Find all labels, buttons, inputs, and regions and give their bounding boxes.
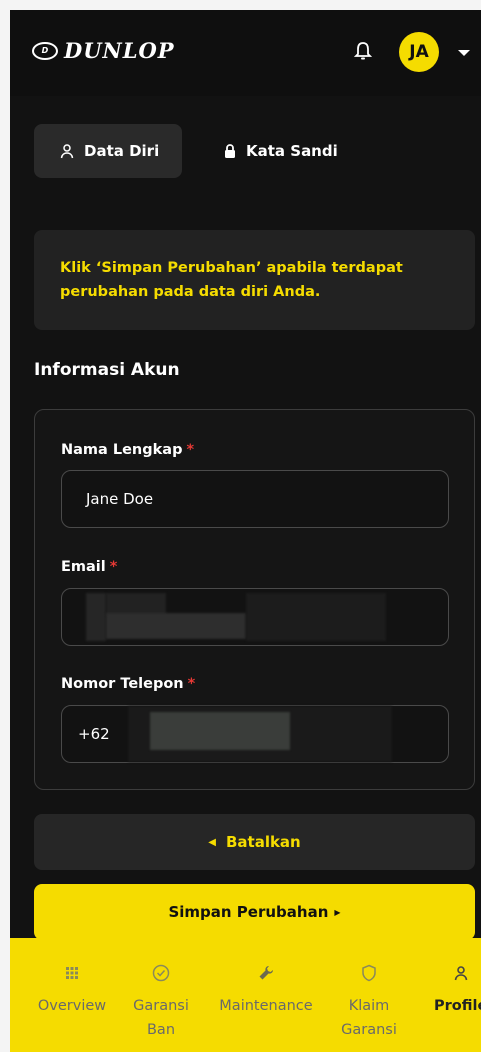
dunlop-logo-text: DUNLOP	[64, 38, 175, 63]
check-circle-icon	[122, 960, 200, 986]
phone-prefix: +62	[78, 725, 110, 743]
chevron-right-icon: ▶	[334, 907, 341, 917]
save-button-label: Simpan Perubahan	[168, 903, 329, 921]
nav-item-profile-label: Profile	[434, 998, 481, 1014]
top-header: D DUNLOP JA	[10, 10, 481, 96]
phone-input[interactable]: +62	[61, 705, 449, 763]
grid-icon	[24, 960, 120, 986]
save-button[interactable]: Simpan Perubahan ▶	[34, 884, 475, 940]
nav-item-klaim-garansi[interactable]: Klaim Garansi	[330, 960, 408, 1042]
phone-label: Nomor Telepon *	[61, 676, 195, 692]
bell-icon[interactable]	[353, 40, 373, 62]
wrench-icon	[210, 960, 322, 986]
redacted-block	[246, 593, 386, 641]
email-input[interactable]	[61, 588, 449, 646]
nav-item-garansi-ban[interactable]: Garansi Ban	[122, 960, 200, 1042]
required-mark: *	[187, 676, 196, 692]
name-input-value: Jane Doe	[86, 490, 154, 508]
nav-item-maintenance-label: Maintenance	[219, 998, 313, 1014]
user-icon	[434, 960, 481, 986]
nav-item-overview-label: Overview	[37, 998, 107, 1014]
tab-kata-sandi-label: Kata Sandi	[246, 142, 338, 160]
tab-data-diri-label: Data Diri	[84, 142, 160, 160]
redacted-block	[150, 712, 290, 750]
nav-item-profile[interactable]: Profile	[434, 960, 481, 1018]
nav-item-garansi-ban-label: Garansi Ban	[133, 998, 189, 1038]
redacted-block	[106, 593, 166, 615]
nav-item-klaim-garansi-label: Klaim Garansi	[341, 998, 397, 1038]
redacted-block	[106, 613, 246, 639]
nav-item-overview[interactable]: Overview	[24, 960, 120, 1018]
nav-item-maintenance[interactable]: Maintenance	[210, 960, 322, 1018]
required-mark: *	[109, 559, 118, 575]
bottom-nav: Overview Garansi Ban Maintenance Klaim G…	[10, 938, 481, 1052]
info-notice: Klik ‘Simpan Perubahan’ apabila terdapat…	[34, 230, 475, 330]
email-label: Email *	[61, 559, 117, 575]
account-form-card: Nama Lengkap * Jane Doe Email * Nomor Tele…	[34, 409, 475, 790]
lock-icon	[224, 143, 236, 159]
email-label-text: Email	[61, 559, 106, 575]
redacted-block	[86, 593, 106, 641]
app-screen: D DUNLOP JA Data Diri Kata Sandi Klik ‘S…	[10, 10, 481, 1052]
phone-label-text: Nomor Telepon	[61, 676, 184, 692]
dunlop-logo-mark: D	[32, 41, 58, 60]
name-input[interactable]: Jane Doe	[61, 470, 449, 528]
chevron-down-icon[interactable]	[458, 50, 470, 56]
required-mark: *	[186, 442, 195, 458]
shield-icon	[330, 960, 408, 986]
dunlop-logo[interactable]: D DUNLOP	[32, 38, 175, 63]
name-label: Nama Lengkap *	[61, 442, 194, 458]
user-icon	[60, 143, 74, 159]
tab-kata-sandi[interactable]: Kata Sandi	[224, 124, 364, 178]
cancel-button-label: Batalkan	[225, 833, 301, 851]
section-title: Informasi Akun	[34, 360, 180, 380]
chevron-left-icon: ◀	[208, 836, 216, 848]
name-label-text: Nama Lengkap	[61, 442, 183, 458]
avatar[interactable]: JA	[399, 32, 439, 72]
tab-data-diri[interactable]: Data Diri	[34, 124, 182, 178]
cancel-button[interactable]: ◀ Batalkan	[34, 814, 475, 870]
